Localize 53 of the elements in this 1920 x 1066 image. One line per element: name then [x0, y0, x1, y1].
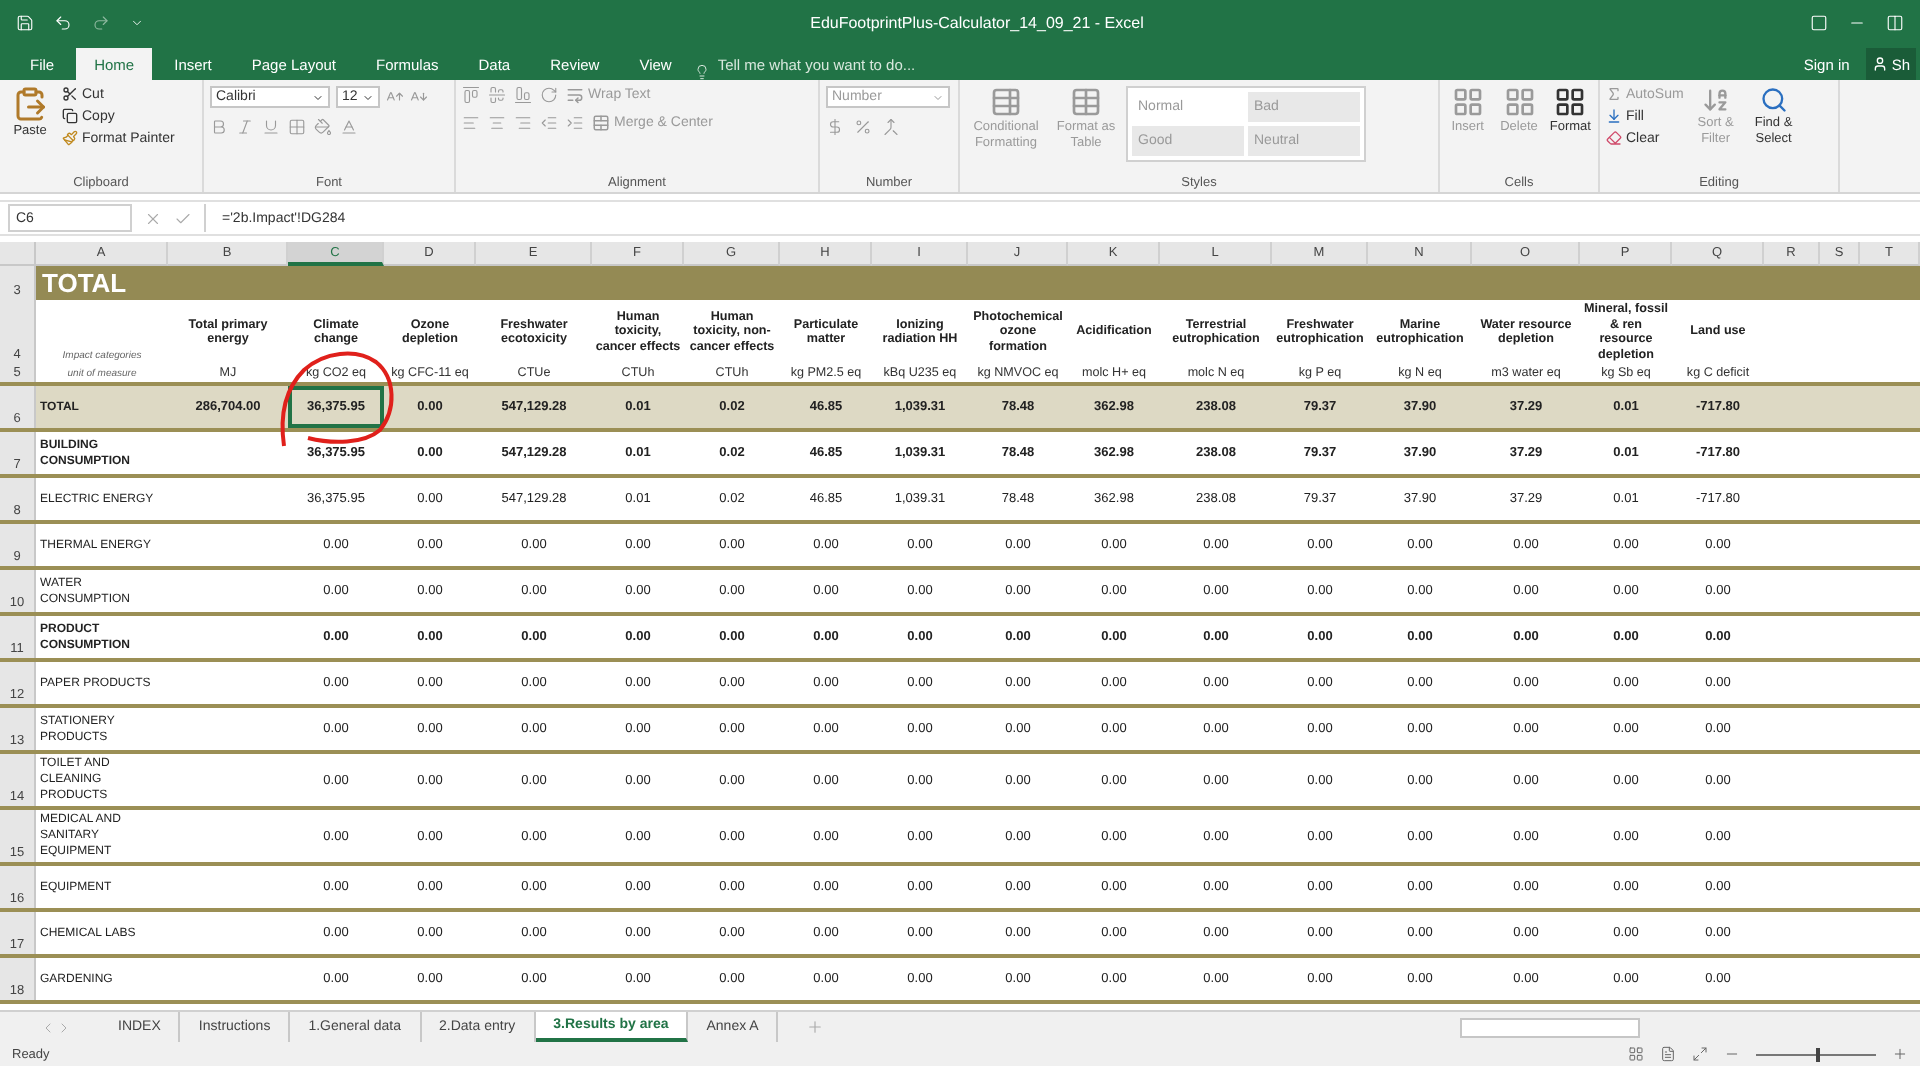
search-icon — [1759, 86, 1788, 114]
copy-icon — [62, 108, 78, 124]
align-bottom-icon — [514, 86, 532, 104]
table-rules-icon — [990, 86, 1022, 118]
caret-icon — [932, 91, 944, 103]
table-icon — [1070, 86, 1102, 118]
wrap-text-icon — [566, 86, 584, 104]
down-arrow-icon — [1606, 108, 1622, 124]
scissors-icon — [62, 86, 78, 102]
bold-icon — [210, 118, 228, 136]
sigma-icon — [1606, 86, 1622, 102]
align-middle-icon — [488, 86, 506, 104]
paintbrush-icon — [62, 130, 78, 146]
redo-icon — [92, 13, 110, 31]
cancel-icon — [144, 209, 162, 227]
orientation-icon — [540, 86, 558, 104]
decrease-indent-icon — [540, 114, 558, 132]
clipboard-icon — [12, 86, 48, 122]
undo-icon — [54, 13, 72, 31]
increase-indent-icon — [566, 114, 584, 132]
page-layout-icon — [1660, 1046, 1676, 1062]
font-color-icon — [340, 118, 358, 136]
caret-icon — [362, 91, 374, 103]
sort-icon — [1701, 86, 1730, 114]
grid-icon — [1554, 86, 1587, 118]
enter-icon — [174, 209, 192, 227]
align-center-icon — [488, 114, 506, 132]
merge-cells-icon — [592, 114, 610, 132]
grow-font-icon — [386, 88, 404, 106]
caret-icon — [312, 91, 324, 103]
restore-icon — [1886, 13, 1904, 31]
italic-icon — [236, 118, 254, 136]
align-right-icon — [514, 114, 532, 132]
eraser-icon — [1606, 130, 1622, 146]
normal-view-icon — [1628, 1046, 1644, 1062]
grid-icon — [1451, 86, 1484, 118]
lightbulb-icon — [693, 64, 710, 80]
align-top-icon — [462, 86, 480, 104]
person-icon — [1871, 56, 1888, 72]
grid-icon — [1503, 86, 1535, 118]
fill-color-icon — [314, 118, 332, 136]
percent-icon — [854, 118, 872, 136]
save-icon — [16, 13, 34, 31]
caret-icon — [130, 15, 144, 29]
currency-icon — [826, 118, 844, 136]
display-options-icon — [1810, 13, 1828, 31]
align-left-icon — [462, 114, 480, 132]
window-title: EduFootprintPlus-Calculator_14_09_21 - Excel — [808, 13, 1146, 31]
zoom-in-icon — [1892, 1046, 1908, 1062]
underline-icon — [262, 118, 280, 136]
horizontal-scrollbar[interactable] — [1460, 1017, 1640, 1037]
shrink-font-icon — [410, 88, 428, 106]
borders-icon — [288, 118, 306, 136]
